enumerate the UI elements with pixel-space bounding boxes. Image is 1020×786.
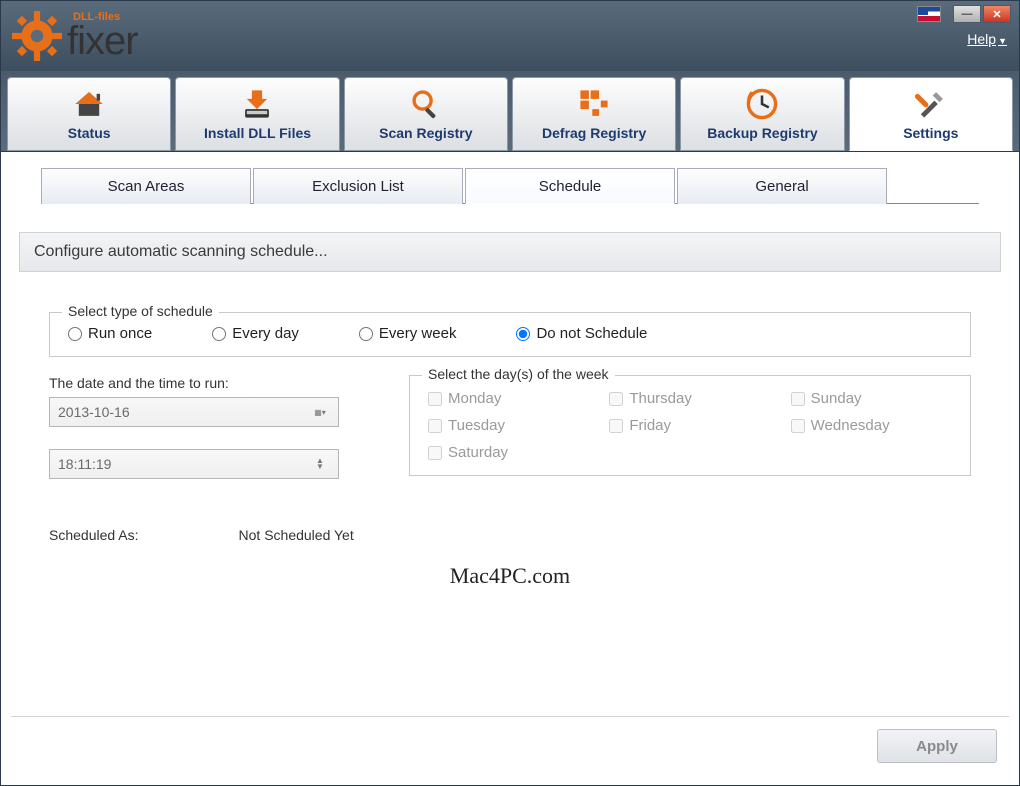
datetime-column: The date and the time to run: 2013-10-16…	[49, 375, 369, 501]
days-legend: Select the day(s) of the week	[422, 366, 615, 382]
tab-settings[interactable]: Settings	[849, 77, 1013, 151]
tab-label: Settings	[903, 125, 958, 141]
radio-label: Every day	[232, 325, 299, 342]
tab-scan-registry[interactable]: Scan Registry	[344, 77, 508, 151]
calendar-dropdown-icon[interactable]: ▦▾	[310, 408, 330, 417]
help-label: Help	[967, 31, 996, 47]
check-label: Friday	[629, 417, 671, 434]
schedule-type-legend: Select type of schedule	[62, 303, 219, 319]
days-fieldset: Select the day(s) of the week Monday Thu…	[409, 375, 971, 476]
subtab-label: Schedule	[539, 178, 602, 195]
download-icon	[240, 87, 274, 121]
footer: Apply	[11, 716, 1009, 775]
tab-label: Scan Registry	[379, 125, 472, 141]
radio-input[interactable]	[359, 327, 373, 341]
scheduled-as-value: Not Scheduled Yet	[239, 527, 354, 543]
time-value: 18:11:19	[58, 456, 111, 472]
radio-label: Run once	[88, 325, 152, 342]
panel: Configure automatic scanning schedule...…	[19, 232, 1001, 609]
tab-status[interactable]: Status	[7, 77, 171, 151]
help-link[interactable]: Help▼	[967, 31, 1007, 47]
tab-label: Install DLL Files	[204, 125, 311, 141]
subtab-label: Exclusion List	[312, 178, 404, 195]
logo: DLL-files fixer	[11, 10, 138, 62]
checkbox-input[interactable]	[609, 419, 623, 433]
chevron-down-icon: ▼	[998, 36, 1007, 46]
tab-backup-registry[interactable]: Backup Registry	[680, 77, 844, 151]
home-icon	[72, 87, 106, 121]
tab-install-dll[interactable]: Install DLL Files	[175, 77, 339, 151]
checkbox-input[interactable]	[791, 419, 805, 433]
radio-do-not-schedule[interactable]: Do not Schedule	[516, 325, 647, 342]
subtab-schedule[interactable]: Schedule	[465, 168, 675, 204]
apply-button[interactable]: Apply	[877, 729, 997, 763]
subtab-label: General	[755, 178, 808, 195]
radio-input[interactable]	[68, 327, 82, 341]
check-thursday[interactable]: Thursday	[609, 390, 770, 407]
check-wednesday[interactable]: Wednesday	[791, 417, 952, 434]
subtab-label: Scan Areas	[108, 178, 185, 195]
main-tabs: Status Install DLL Files Scan Registry D…	[1, 71, 1019, 152]
gear-icon	[11, 10, 63, 62]
close-button[interactable]: ✕	[983, 5, 1011, 23]
check-label: Saturday	[448, 444, 508, 461]
tab-label: Backup Registry	[707, 125, 817, 141]
checkbox-input[interactable]	[791, 392, 805, 406]
language-flag-icon[interactable]	[917, 6, 941, 22]
scheduled-as-label: Scheduled As:	[49, 527, 139, 543]
radio-every-day[interactable]: Every day	[212, 325, 299, 342]
header-bar: DLL-files fixer — ✕ Help▼	[1, 1, 1019, 71]
subtab-general[interactable]: General	[677, 168, 887, 204]
date-input[interactable]: 2013-10-16 ▦▾	[49, 397, 339, 427]
sub-tabs: Scan Areas Exclusion List Schedule Gener…	[41, 168, 979, 204]
check-label: Sunday	[811, 390, 862, 407]
tools-icon	[914, 87, 948, 121]
time-input[interactable]: 18:11:19 ▲▼	[49, 449, 339, 479]
clock-icon	[745, 87, 779, 121]
tab-label: Status	[68, 125, 111, 141]
check-sunday[interactable]: Sunday	[791, 390, 952, 407]
check-label: Thursday	[629, 390, 692, 407]
watermark-text: Mac4PC.com	[49, 563, 971, 589]
checkbox-input[interactable]	[428, 419, 442, 433]
logo-big-text: fixer	[67, 21, 138, 61]
radio-input[interactable]	[212, 327, 226, 341]
check-friday[interactable]: Friday	[609, 417, 770, 434]
app-window: DLL-files fixer — ✕ Help▼ Status Install…	[0, 0, 1020, 786]
window-controls: — ✕	[917, 5, 1011, 23]
check-tuesday[interactable]: Tuesday	[428, 417, 589, 434]
datetime-label: The date and the time to run:	[49, 375, 369, 391]
checkbox-input[interactable]	[609, 392, 623, 406]
minimize-button[interactable]: —	[953, 5, 981, 23]
radio-input[interactable]	[516, 327, 530, 341]
form-area: Select type of schedule Run once Every d…	[19, 272, 1001, 609]
subtab-exclusion-list[interactable]: Exclusion List	[253, 168, 463, 204]
schedule-type-fieldset: Select type of schedule Run once Every d…	[49, 312, 971, 357]
spinner-icon[interactable]: ▲▼	[310, 458, 330, 470]
check-label: Wednesday	[811, 417, 890, 434]
tab-defrag-registry[interactable]: Defrag Registry	[512, 77, 676, 151]
content-area: Scan Areas Exclusion List Schedule Gener…	[1, 152, 1019, 785]
check-monday[interactable]: Monday	[428, 390, 589, 407]
subtab-scan-areas[interactable]: Scan Areas	[41, 168, 251, 204]
panel-title: Configure automatic scanning schedule...	[19, 232, 1001, 272]
date-value: 2013-10-16	[58, 404, 130, 420]
blocks-icon	[577, 87, 611, 121]
check-saturday[interactable]: Saturday	[428, 444, 589, 461]
checkbox-input[interactable]	[428, 392, 442, 406]
tab-label: Defrag Registry	[542, 125, 646, 141]
checkbox-input[interactable]	[428, 446, 442, 460]
check-label: Tuesday	[448, 417, 505, 434]
radio-run-once[interactable]: Run once	[68, 325, 152, 342]
radio-label: Do not Schedule	[536, 325, 647, 342]
radio-label: Every week	[379, 325, 457, 342]
check-label: Monday	[448, 390, 501, 407]
search-icon	[409, 87, 443, 121]
radio-every-week[interactable]: Every week	[359, 325, 457, 342]
scheduled-as-row: Scheduled As: Not Scheduled Yet	[49, 527, 971, 543]
